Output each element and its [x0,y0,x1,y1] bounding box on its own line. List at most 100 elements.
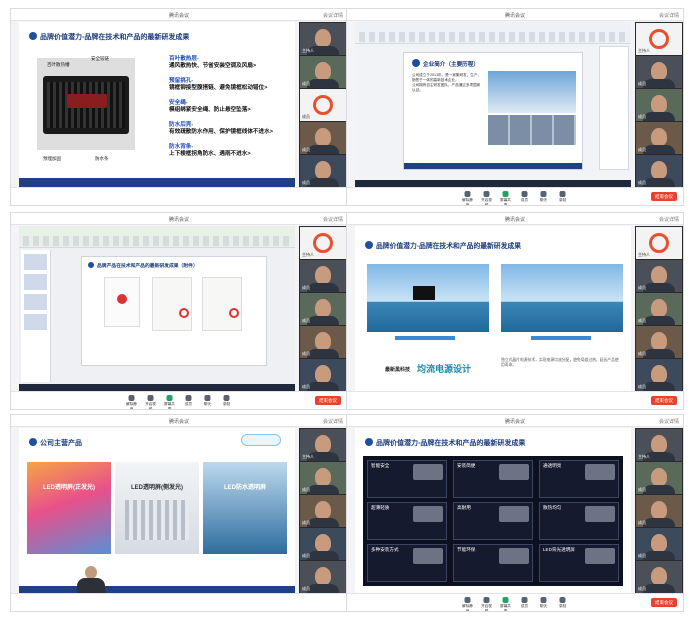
feature-card: LED背光透明屏 [539,544,619,582]
meeting-topbar: 腾讯会议 会议详情 [347,213,683,225]
feature-3: 安全绳- 模组绑紧安全绳、防止悬空坠落> [169,100,251,113]
meeting-toolbar: 结束会议 [347,391,683,409]
video-tile[interactable]: 成员 [636,462,682,494]
video-strip: 主持人 成员 成员 成员 成员 [635,226,683,392]
meeting-info-link[interactable]: 会议详情 [323,418,343,425]
video-tile[interactable]: 成员 [636,293,682,325]
video-tile[interactable]: 成员 [636,326,682,358]
slide-heading: 公司主营产品 [29,438,82,448]
meeting-info-link[interactable]: 会议详情 [323,216,343,223]
presenter-video[interactable] [77,564,105,594]
feature-card: 超薄轻质 [367,502,447,540]
video-tile[interactable]: 成员 [300,56,346,88]
meeting-topbar: 腾讯会议 会议详情 [11,9,347,21]
members-button[interactable]: 成员 [518,191,532,203]
shared-slide: 品牌价值潜力-品牌在技术和产品的最新研发成果 百叶散热槽 安全铰链 预埋加固 防… [19,22,295,188]
video-tile[interactable]: 成员 [636,561,682,593]
meeting-info-link[interactable]: 会议详情 [659,216,679,223]
camera-button[interactable]: 开启视频 [144,395,158,409]
factory-photos [488,115,576,145]
brand-logo-icon [313,233,333,253]
video-tile[interactable]: 成员 [300,561,346,593]
video-tile[interactable]: 成员 [300,260,346,292]
mic-button[interactable]: 解除静音 [461,597,475,611]
feature-1: 百叶散热层- 通风散热快、节省安装空调及风扇> [169,56,257,69]
meeting-panel-4: 腾讯会议 会议详情 品牌价值潜力-品牌在技术和产品的最新研发成果 最新黑科技 均… [346,212,684,410]
toolbar-icons: 解除静音 开启视频 屏幕共享 成员 聊天 录制 [125,395,234,409]
slide-doc: 品牌产品在技术和产品的最新研发成果（附件） [81,256,267,366]
end-meeting-button[interactable]: 结束会议 [651,598,677,607]
mic-button[interactable]: 解除静音 [461,191,475,205]
shared-screen: 企业简介（主要历程） 公司成立于2013年，是一家集研发、生产、销售于一体的高新… [355,22,631,188]
video-tile[interactable]: 成员 [300,359,346,391]
tech-description: 独立式晶片电源技术，实现电源均流分配，避免局部过热，延长产品使用寿命。 [501,358,619,368]
end-meeting-button[interactable]: 结束会议 [315,396,341,405]
video-tile[interactable]: 成员 [636,359,682,391]
video-tile[interactable]: 成员 [300,155,346,187]
share-button[interactable]: 屏幕共享 [499,191,513,205]
video-tile[interactable]: 成员 [300,122,346,154]
camera-button[interactable]: 开启视频 [480,191,494,205]
end-meeting-button[interactable]: 结束会议 [651,396,677,405]
feature-card: 散热均匀 [539,502,619,540]
video-tile[interactable]: 成员 [636,56,682,88]
feature-card: 智能安全 [367,460,447,498]
feature-5: 防水背条- 上下棱框拐角防水、遇雨不进水> [169,144,251,157]
chat-button[interactable]: 聊天 [537,191,551,203]
video-tile[interactable]: 成员 [300,528,346,560]
toolbar-icons: 解除静音 开启视频 屏幕共享 成员 聊天 录制 [461,597,570,611]
video-tile[interactable]: 成员 [636,528,682,560]
meeting-topbar: 腾讯会议 会议详情 [347,415,683,427]
video-tile-logo[interactable]: 成员 [300,89,346,121]
video-tile[interactable]: 成员 [636,89,682,121]
record-button[interactable]: 录制 [220,395,234,407]
camera-button[interactable]: 开启视频 [480,597,494,611]
product-card-2: LED透明屏(侧发光) [115,462,199,554]
mic-button[interactable]: 解除静音 [125,395,139,409]
meeting-toolbar: 解除静音 开启视频 屏幕共享 成员 聊天 录制 结束会议 [347,593,683,611]
meeting-title: 腾讯会议 [504,419,525,425]
video-strip: 主持人 成员 成员 成员 成员 [635,22,683,188]
meeting-info-link[interactable]: 会议详情 [659,418,679,425]
label-waterproof: 防水条 [95,156,109,161]
members-button[interactable]: 成员 [518,597,532,609]
feature-2: 预留挑孔- 镜框铆接型腹搭链、避免镜框松动错位> [169,78,268,91]
record-button[interactable]: 录制 [556,191,570,203]
video-tile[interactable]: 成员 [636,495,682,527]
chat-button[interactable]: 聊天 [201,395,215,407]
doc-title: 品牌产品在技术和产品的最新研发成果（附件） [88,262,198,269]
video-strip: 主持人 成员 成员 成员 成员 [635,428,683,594]
video-tile[interactable]: 成员 [300,326,346,358]
video-tile[interactable]: 主持人 [636,429,682,461]
meeting-panel-6: 腾讯会议 会议详情 品牌价值潜力-品牌在技术和产品的最新研发成果 智能安全 安装… [346,414,684,612]
company-logo [241,434,281,446]
video-tile-logo[interactable]: 主持人 [636,23,682,55]
meeting-info-link[interactable]: 会议详情 [659,12,679,19]
meeting-panel-1: 腾讯会议 会议详情 品牌价值潜力-品牌在技术和产品的最新研发成果 百叶散热槽 安… [10,8,348,206]
video-tile[interactable]: 主持人 [300,23,346,55]
shared-slide: 公司主营产品 LED透明屏(正发光) LED透明屏(侧发光) LED防水透明屏 [19,428,295,594]
share-button[interactable]: 屏幕共享 [499,597,513,611]
video-strip: 主持人 成员 成员 成员 成员 [299,226,347,392]
wps-toolbar [19,226,295,248]
arrow-icon [29,32,37,40]
label-vent: 百叶散热槽 [47,62,70,67]
video-tile[interactable]: 主持人 [300,429,346,461]
chat-button[interactable]: 聊天 [537,597,551,609]
record-button[interactable]: 录制 [556,597,570,609]
video-tile-logo[interactable]: 主持人 [636,227,682,259]
video-tile[interactable]: 成员 [300,495,346,527]
video-tile-logo[interactable]: 主持人 [300,227,346,259]
video-strip: 主持人 成员 成员 成员 成员 [299,428,347,594]
video-tile[interactable]: 成员 [300,462,346,494]
end-meeting-button[interactable]: 结束会议 [651,192,677,201]
meeting-info-link[interactable]: 会议详情 [323,12,343,19]
video-tile[interactable]: 成员 [636,260,682,292]
video-tile[interactable]: 成员 [636,155,682,187]
members-button[interactable]: 成员 [182,395,196,407]
certificate [202,277,242,331]
video-tile[interactable]: 成员 [300,293,346,325]
share-button[interactable]: 屏幕共享 [163,395,177,409]
slide-heading: 品牌价值潜力-品牌在技术和产品的最新研发成果 [29,32,189,42]
video-tile[interactable]: 成员 [636,122,682,154]
